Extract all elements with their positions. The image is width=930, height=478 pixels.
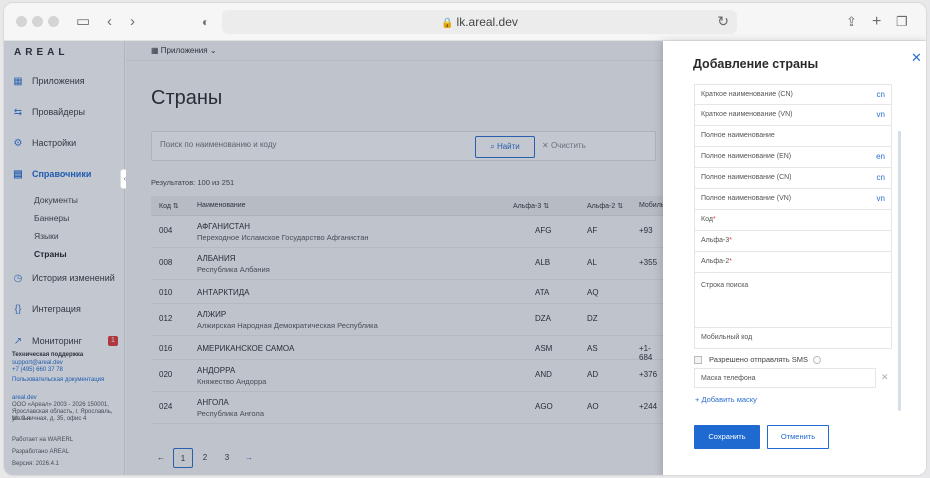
help-icon[interactable] <box>812 355 821 364</box>
save-button[interactable]: Сохранить <box>694 425 760 449</box>
field-label: Строка поиска <box>701 282 749 289</box>
minimize-window-dot[interactable] <box>32 16 43 27</box>
language-tag: en <box>876 152 885 161</box>
sidebar-toggle-icon[interactable]: ▭ <box>76 12 90 32</box>
drawer-scrollbar[interactable] <box>898 131 901 411</box>
add-mask-button[interactable]: + Добавить маску <box>695 395 757 404</box>
mobile-code-field[interactable]: Мобильный код <box>694 328 892 349</box>
cancel-button[interactable]: Отменить <box>767 425 829 449</box>
sidebar-dim-overlay <box>4 41 126 475</box>
remove-mask-icon[interactable]: ✕ <box>881 372 889 383</box>
drawer-title: Добавление страны <box>693 57 819 71</box>
country-form: Краткое наименование (CN) cn Краткое наим… <box>694 84 892 349</box>
field-label: Полное наименование (EN) <box>701 153 792 160</box>
phone-mask-field[interactable]: Маска телефона <box>694 368 876 388</box>
lock-icon: 🔒 <box>441 18 454 29</box>
url-text: lk.areal.dev <box>456 15 518 29</box>
modal-dim-overlay[interactable] <box>126 41 663 475</box>
add-mask-label: Добавить маску <box>701 395 757 404</box>
shield-icon[interactable]: ◐ <box>202 12 209 32</box>
alpha3-field[interactable]: Альфа-3* <box>694 231 892 252</box>
close-icon[interactable]: ✕ <box>911 50 922 66</box>
full-name-field[interactable]: Полное наименование <box>694 126 892 147</box>
alpha2-field[interactable]: Альфа-2* <box>694 252 892 273</box>
field-label: Краткое наименование (CN) <box>701 91 793 98</box>
browser-toolbar: ▭ ‹ › ◐ 🔒 lk.areal.dev ↻ ⇪ + ❐ <box>4 3 926 41</box>
search-string-field[interactable]: Строка поиска <box>694 273 892 328</box>
sms-permission-row[interactable]: Разрешено отправлять SMS <box>694 355 821 364</box>
sms-label: Разрешено отправлять SMS <box>709 355 808 364</box>
full-name-cn-field[interactable]: Полное наименование (CN) cn <box>694 168 892 189</box>
maximize-window-dot[interactable] <box>48 16 59 27</box>
add-country-drawer: Добавление страны ✕ Краткое наименование… <box>663 41 926 475</box>
field-label: Маска телефона <box>701 375 756 382</box>
address-bar[interactable]: 🔒 lk.areal.dev ↻ <box>222 10 737 34</box>
field-label: Код <box>701 216 713 223</box>
language-tag: vn <box>876 110 885 119</box>
full-name-en-field[interactable]: Полное наименование (EN) en <box>694 147 892 168</box>
app: AREAL ▦ Приложения ⇆ Провайдеры ⚙ Настройки… <box>4 41 926 475</box>
code-field[interactable]: Код* <box>694 210 892 231</box>
field-label: Полное наименование <box>701 132 775 139</box>
short-name-vn-field[interactable]: Краткое наименование (VN) vn <box>694 105 892 126</box>
field-label: Полное наименование (VN) <box>701 195 792 202</box>
language-tag: cn <box>876 173 885 182</box>
forward-icon[interactable]: › <box>130 12 135 32</box>
language-tag: cn <box>876 90 885 99</box>
new-tab-icon[interactable]: + <box>872 12 881 32</box>
sms-checkbox[interactable] <box>694 355 702 364</box>
browser-window: ▭ ‹ › ◐ 🔒 lk.areal.dev ↻ ⇪ + ❐ AREAL ▦ При… <box>3 2 927 476</box>
share-icon[interactable]: ⇪ <box>846 12 857 32</box>
full-name-vn-field[interactable]: Полное наименование (VN) vn <box>694 189 892 210</box>
field-label: Альфа-2 <box>701 258 730 265</box>
field-label: Мобильный код <box>701 334 753 341</box>
reload-icon[interactable]: ↻ <box>717 13 729 30</box>
field-label: Краткое наименование (VN) <box>701 111 793 118</box>
field-label: Полное наименование (CN) <box>701 174 792 181</box>
field-label: Альфа-3 <box>701 237 730 244</box>
language-tag: vn <box>876 194 885 203</box>
close-window-dot[interactable] <box>16 16 27 27</box>
back-icon[interactable]: ‹ <box>107 12 112 32</box>
short-name-cn-field[interactable]: Краткое наименование (CN) cn <box>694 84 892 105</box>
tabs-overview-icon[interactable]: ❐ <box>896 12 908 32</box>
